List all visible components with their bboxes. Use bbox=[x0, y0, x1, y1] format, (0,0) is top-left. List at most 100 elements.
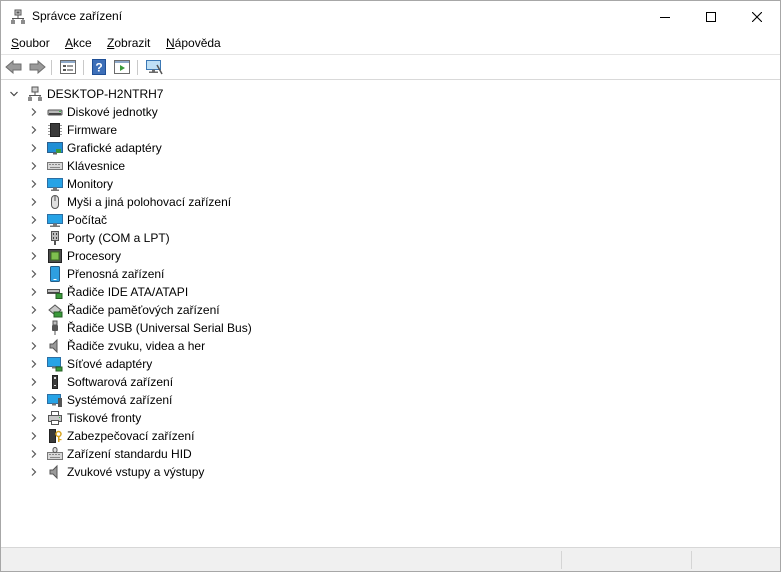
tree-item[interactable]: Zvukové vstupy a výstupy bbox=[29, 463, 204, 481]
chevron-right-icon[interactable] bbox=[29, 233, 39, 243]
tree-item[interactable]: Monitory bbox=[29, 175, 113, 193]
tree-item[interactable]: Řadiče IDE ATA/ATAPI bbox=[29, 283, 188, 301]
menu-action-key: A bbox=[65, 36, 74, 50]
close-icon bbox=[752, 11, 762, 22]
arrow-right-icon bbox=[29, 60, 46, 74]
chevron-right-icon[interactable] bbox=[29, 431, 39, 441]
run-button[interactable] bbox=[112, 58, 132, 76]
mouse-icon bbox=[47, 194, 63, 210]
back-button[interactable] bbox=[4, 58, 24, 76]
keyboard-icon bbox=[47, 158, 63, 174]
usb-icon bbox=[47, 320, 63, 336]
tree-item-label: Procesory bbox=[67, 249, 122, 263]
chevron-right-icon[interactable] bbox=[29, 467, 39, 477]
tree-item[interactable]: Řadiče paměťových zařízení bbox=[29, 301, 220, 319]
tree-item-label: Řadiče USB (Universal Serial Bus) bbox=[67, 321, 252, 335]
tree-item-label: Počítač bbox=[67, 213, 108, 227]
computer-icon bbox=[27, 86, 43, 102]
chevron-right-icon[interactable] bbox=[29, 359, 39, 369]
menu-file-key: S bbox=[11, 36, 20, 50]
tree-item[interactable]: Zařízení standardu HID bbox=[29, 445, 192, 463]
title-bar[interactable]: Správce zařízení bbox=[1, 1, 780, 32]
speaker-icon bbox=[47, 338, 63, 354]
tree-item-label: Přenosná zařízení bbox=[67, 267, 165, 281]
menu-file[interactable]: Soubor bbox=[11, 36, 50, 50]
tree-item[interactable]: Klávesnice bbox=[29, 157, 125, 175]
chevron-right-icon[interactable] bbox=[29, 215, 39, 225]
device-manager-icon bbox=[10, 9, 26, 25]
chevron-right-icon[interactable] bbox=[29, 197, 39, 207]
properties-button[interactable] bbox=[58, 58, 78, 76]
tree-item[interactable]: Porty (COM a LPT) bbox=[29, 229, 170, 247]
tree-item[interactable]: Procesory bbox=[29, 247, 121, 265]
tree-root-label: DESKTOP-H2NTRH7 bbox=[47, 87, 164, 101]
storage-controller-icon bbox=[47, 302, 63, 318]
menu-file-label: oubor bbox=[19, 36, 50, 50]
tree-item-label: Diskové jednotky bbox=[67, 105, 158, 119]
scan-monitor-icon bbox=[146, 60, 163, 75]
close-button[interactable] bbox=[734, 1, 780, 32]
portable-device-icon bbox=[47, 266, 63, 282]
chevron-right-icon[interactable] bbox=[29, 287, 39, 297]
software-device-icon bbox=[47, 374, 63, 390]
tree-item[interactable]: Firmware bbox=[29, 121, 117, 139]
tree-item[interactable]: Řadiče USB (Universal Serial Bus) bbox=[29, 319, 252, 337]
computer-monitor-icon bbox=[47, 212, 63, 228]
chevron-down-icon[interactable] bbox=[9, 89, 19, 99]
menu-help[interactable]: Nápověda bbox=[166, 36, 221, 50]
chevron-right-icon[interactable] bbox=[29, 323, 39, 333]
help-button[interactable]: ? bbox=[89, 58, 109, 76]
status-pane bbox=[561, 551, 692, 569]
tree-item[interactable]: Počítač bbox=[29, 211, 107, 229]
tree-item[interactable]: Tiskové fronty bbox=[29, 409, 141, 427]
chevron-right-icon[interactable] bbox=[29, 395, 39, 405]
disk-drive-icon bbox=[47, 104, 63, 120]
security-device-icon bbox=[47, 428, 63, 444]
chevron-right-icon[interactable] bbox=[29, 413, 39, 423]
chevron-right-icon[interactable] bbox=[29, 161, 39, 171]
tree-item-label: Grafické adaptéry bbox=[67, 141, 162, 155]
tree-item[interactable]: Diskové jednotky bbox=[29, 103, 158, 121]
device-tree[interactable]: DESKTOP-H2NTRH7 Diskové jednotky Firmwar… bbox=[2, 82, 779, 547]
run-icon bbox=[114, 60, 130, 74]
printer-icon bbox=[47, 410, 63, 426]
chevron-right-icon[interactable] bbox=[29, 143, 39, 153]
toolbar: ? bbox=[1, 55, 780, 79]
system-device-icon bbox=[47, 392, 63, 408]
tree-item[interactable]: Přenosná zařízení bbox=[29, 265, 164, 283]
tree-item[interactable]: Síťové adaptéry bbox=[29, 355, 152, 373]
tree-item[interactable]: Řadiče zvuku, videa a her bbox=[29, 337, 205, 355]
tree-item-label: Řadiče paměťových zařízení bbox=[67, 303, 220, 317]
tree-item[interactable]: Myši a jiná polohovací zařízení bbox=[29, 193, 231, 211]
maximize-button[interactable] bbox=[688, 1, 734, 32]
chevron-right-icon[interactable] bbox=[29, 107, 39, 117]
tree-item-label: Monitory bbox=[67, 177, 114, 191]
chevron-right-icon[interactable] bbox=[29, 449, 39, 459]
chevron-right-icon[interactable] bbox=[29, 179, 39, 189]
chevron-right-icon[interactable] bbox=[29, 251, 39, 261]
tree-item[interactable]: Grafické adaptéry bbox=[29, 139, 162, 157]
tree-item-label: Řadiče zvuku, videa a her bbox=[67, 339, 206, 353]
chevron-right-icon[interactable] bbox=[29, 125, 39, 135]
tree-root[interactable]: DESKTOP-H2NTRH7 bbox=[9, 85, 163, 103]
chevron-right-icon[interactable] bbox=[29, 377, 39, 387]
tree-item[interactable]: Softwarová zařízení bbox=[29, 373, 173, 391]
scan-hardware-button[interactable] bbox=[144, 58, 164, 76]
tree-item-label: Myši a jiná polohovací zařízení bbox=[67, 195, 232, 209]
tree-item-label: Softwarová zařízení bbox=[67, 375, 174, 389]
minimize-button[interactable] bbox=[642, 1, 688, 32]
tree-item-label: Tiskové fronty bbox=[67, 411, 142, 425]
firmware-chip-icon bbox=[47, 122, 63, 138]
toolbar-separator bbox=[51, 60, 52, 75]
port-icon bbox=[47, 230, 63, 246]
chevron-right-icon[interactable] bbox=[29, 341, 39, 351]
tree-item[interactable]: Zabezpečovací zařízení bbox=[29, 427, 194, 445]
processor-icon bbox=[47, 248, 63, 264]
menu-action[interactable]: Akce bbox=[65, 36, 92, 50]
forward-button[interactable] bbox=[27, 58, 47, 76]
help-icon: ? bbox=[92, 59, 106, 75]
chevron-right-icon[interactable] bbox=[29, 305, 39, 315]
menu-view[interactable]: Zobrazit bbox=[107, 36, 150, 50]
tree-item[interactable]: Systémová zařízení bbox=[29, 391, 172, 409]
chevron-right-icon[interactable] bbox=[29, 269, 39, 279]
